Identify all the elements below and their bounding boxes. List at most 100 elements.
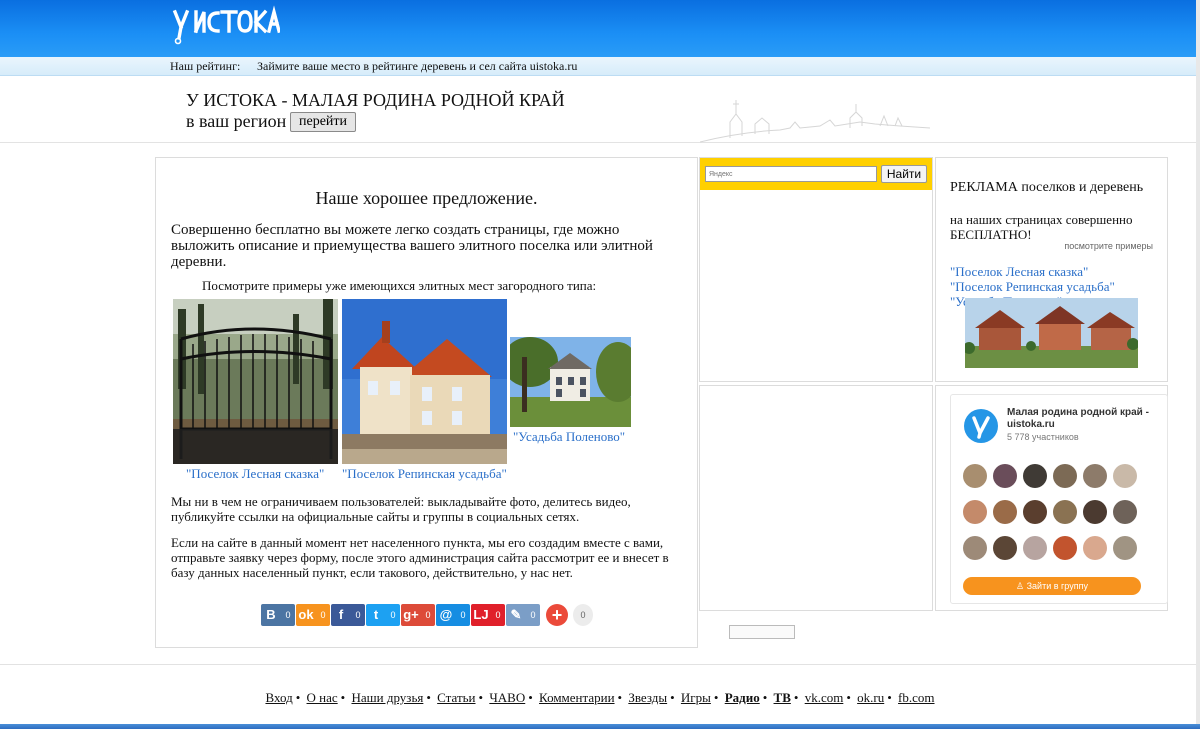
share-total: 0	[573, 604, 593, 626]
share-count: 0	[285, 610, 291, 620]
promo-link-lesnaya[interactable]: "Поселок Лесная сказка"	[950, 264, 1115, 279]
share-count: 0	[320, 610, 326, 620]
example-caption-lesnaya[interactable]: "Поселок Лесная сказка"	[186, 466, 324, 482]
house-photo-icon	[342, 299, 507, 464]
plus-icon: +	[551, 605, 563, 625]
share-count: 0	[390, 610, 396, 620]
footer-link-about[interactable]: О нас	[307, 690, 338, 705]
gate-photo-icon	[173, 299, 338, 464]
footer-link-stars[interactable]: Звезды	[628, 690, 667, 705]
avatar[interactable]	[1113, 500, 1137, 524]
footer-link-faq[interactable]: ЧАВО	[489, 690, 525, 705]
ok-icon: ok	[298, 607, 314, 622]
footer-separator: •	[295, 690, 301, 705]
footer-link-radio[interactable]: Радио	[725, 690, 760, 705]
rating-link[interactable]: Займите ваше место в рейтинге деревень и…	[257, 57, 577, 75]
avatar[interactable]	[993, 500, 1017, 524]
site-logo[interactable]	[170, 4, 282, 48]
share-blog-button[interactable]: ✎ 0	[506, 604, 540, 626]
share-vk-button[interactable]: В0	[261, 604, 295, 626]
group-name[interactable]: Малая родина родной край - uistoka.ru	[1007, 407, 1157, 431]
livejournal-icon: LJ	[473, 607, 489, 622]
paragraph-request: Если на сайте в данный момент нет населе…	[171, 535, 669, 580]
example-caption-repinskaya[interactable]: "Поселок Репинская усадьба"	[342, 466, 507, 482]
share-total-count: 0	[580, 610, 586, 620]
broken-image-icon	[729, 625, 795, 639]
footer-link-ok[interactable]: ok.ru	[857, 690, 884, 705]
promo-subtitle: на наших страницах совершенно БЕСПЛАТНО!	[950, 212, 1133, 242]
footer-separator: •	[846, 690, 851, 705]
share-livejournal-button[interactable]: LJ 0	[471, 604, 505, 626]
avatar[interactable]	[1083, 536, 1107, 560]
example-caption-polenovo[interactable]: "Усадьба Поленово"	[513, 429, 625, 445]
footer-separator: •	[887, 690, 892, 705]
offer-text: Совершенно бесплатно вы можете легко соз…	[171, 222, 653, 270]
share-googleplus-button[interactable]: g+ 0	[401, 604, 435, 626]
footer-link-comments[interactable]: Комментарии	[539, 690, 614, 705]
promo-village-image	[965, 298, 1138, 368]
footer-separator: •	[617, 690, 623, 705]
avatar[interactable]	[1083, 500, 1107, 524]
share-more-button[interactable]: +	[546, 604, 568, 626]
site-header	[0, 0, 1200, 57]
avatar[interactable]	[1083, 464, 1107, 488]
promo-more-label: посмотрите примеры	[1064, 241, 1153, 251]
share-count: 0	[460, 610, 466, 620]
avatar[interactable]	[1023, 500, 1047, 524]
avatar[interactable]	[1023, 464, 1047, 488]
share-facebook-button[interactable]: f0	[331, 604, 365, 626]
example-photo-lesnaya[interactable]	[173, 299, 338, 464]
example-photo-polenovo[interactable]	[510, 337, 631, 427]
footer-divider	[0, 664, 1200, 665]
share-mailru-button[interactable]: @0	[436, 604, 470, 626]
share-count: 0	[355, 610, 361, 620]
footer-link-fb[interactable]: fb.com	[898, 690, 934, 705]
vertical-scrollbar[interactable]	[1196, 0, 1200, 724]
share-count: 0	[495, 610, 501, 620]
footer-separator: •	[340, 690, 346, 705]
avatar[interactable]	[1113, 464, 1137, 488]
main-offer-panel: Наше хорошее предложение. Совершенно бес…	[155, 157, 698, 648]
share-twitter-button[interactable]: t0	[366, 604, 400, 626]
footer-link-friends[interactable]: Наши друзья	[351, 690, 423, 705]
avatar[interactable]	[963, 536, 987, 560]
footer-nav: Вход • О нас • Наши друзья • Статьи • ЧАВО • …	[0, 690, 1200, 706]
avatar[interactable]	[1053, 536, 1077, 560]
facebook-icon: f	[338, 607, 344, 622]
avatar[interactable]	[1053, 500, 1077, 524]
footer-separator: •	[426, 690, 431, 705]
avatar[interactable]	[963, 464, 987, 488]
promo-box: РЕКЛАМА поселков и деревень на наших стр…	[935, 157, 1168, 382]
avatar[interactable]	[1023, 536, 1047, 560]
avatar[interactable]	[1053, 464, 1077, 488]
avatar[interactable]	[993, 536, 1017, 560]
offer-title: Наше хорошее предложение.	[315, 188, 538, 208]
footer-link-games[interactable]: Игры	[681, 690, 711, 705]
hero-section: У ИСТОКА - МАЛАЯ РОДИНА РОДНОЙ КРАЙ в ва…	[0, 77, 1200, 143]
footer-link-vk[interactable]: vk.com	[805, 690, 844, 705]
join-group-button[interactable]: ♙ Зайти в группу	[963, 577, 1141, 595]
yandex-search-input[interactable]	[705, 166, 877, 182]
footer-link-login[interactable]: Вход	[265, 690, 292, 705]
share-ok-button[interactable]: ok 0	[296, 604, 330, 626]
promo-link-repinskaya[interactable]: "Поселок Репинская усадьба"	[950, 279, 1115, 294]
ok-group-widget: Малая родина родной край - uistoka.ru 5 …	[935, 385, 1168, 611]
rating-label: Наш рейтинг:	[170, 59, 241, 73]
footer-link-tv[interactable]: ТВ	[774, 690, 791, 705]
group-logo-icon[interactable]	[964, 409, 998, 443]
ok-icon: ♙	[1016, 581, 1027, 591]
go-button[interactable]: перейти	[290, 112, 357, 132]
footer-link-articles[interactable]: Статьи	[437, 690, 475, 705]
manor-photo-icon	[510, 337, 631, 427]
footer-separator: •	[670, 690, 675, 705]
join-group-label: Зайти в группу	[1026, 581, 1088, 591]
avatar[interactable]	[993, 464, 1017, 488]
paragraph-freedom: Мы ни в чем не ограничиваем пользователе…	[171, 494, 631, 524]
footer-separator: •	[478, 690, 484, 705]
avatar[interactable]	[963, 500, 987, 524]
avatar[interactable]	[1113, 536, 1137, 560]
search-ad-box: Найти	[699, 157, 933, 382]
yandex-search-button[interactable]: Найти	[881, 165, 927, 183]
example-photo-repinskaya[interactable]	[342, 299, 507, 464]
promo-title: РЕКЛАМА поселков и деревень	[950, 180, 1144, 195]
